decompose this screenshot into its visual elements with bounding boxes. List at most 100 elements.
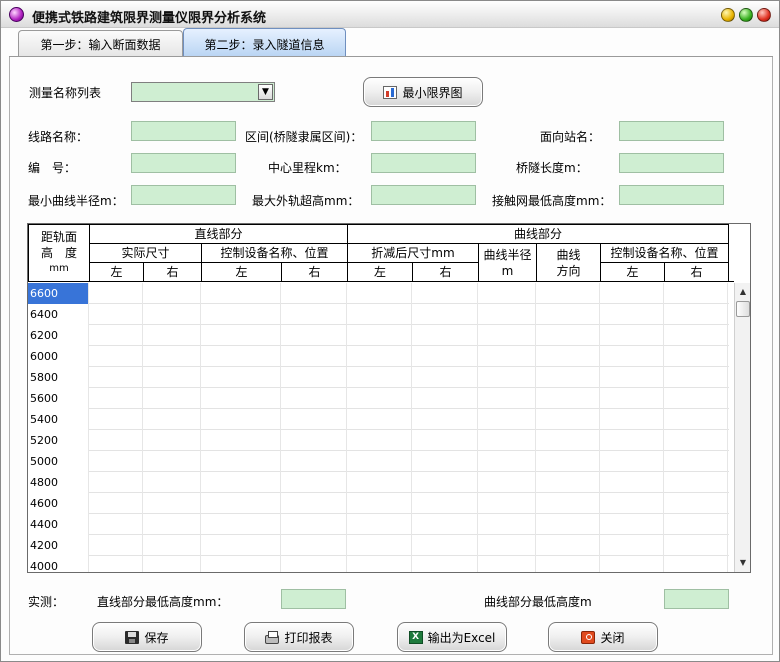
- table-cell[interactable]: [201, 556, 281, 572]
- table-cell[interactable]: [89, 346, 143, 367]
- table-cell[interactable]: [143, 367, 201, 388]
- table-cell[interactable]: [478, 325, 536, 346]
- table-row[interactable]: 5600: [28, 388, 729, 409]
- height-cell[interactable]: 6600: [28, 283, 89, 304]
- table-cell[interactable]: [347, 304, 412, 325]
- height-cell[interactable]: 5600: [28, 388, 89, 409]
- table-cell[interactable]: [347, 283, 412, 304]
- table-cell[interactable]: [600, 367, 664, 388]
- table-cell[interactable]: [347, 451, 412, 472]
- table-cell[interactable]: [201, 346, 281, 367]
- straight-min-height-field[interactable]: [281, 589, 346, 609]
- table-cell[interactable]: [412, 283, 478, 304]
- table-cell[interactable]: [201, 472, 281, 493]
- table-row[interactable]: 4600: [28, 493, 729, 514]
- minimize-icon[interactable]: [721, 8, 735, 22]
- table-cell[interactable]: [89, 409, 143, 430]
- table-cell[interactable]: [412, 409, 478, 430]
- table-cell[interactable]: [143, 325, 201, 346]
- table-row[interactable]: 6200: [28, 325, 729, 346]
- table-cell[interactable]: [143, 430, 201, 451]
- table-cell[interactable]: [89, 388, 143, 409]
- table-cell[interactable]: [536, 493, 600, 514]
- table-cell[interactable]: [281, 493, 347, 514]
- table-cell[interactable]: [478, 367, 536, 388]
- min-clearance-button[interactable]: 最小限界图: [363, 77, 483, 107]
- table-row[interactable]: 6600: [28, 283, 729, 304]
- table-cell[interactable]: [201, 283, 281, 304]
- height-cell[interactable]: 4400: [28, 514, 89, 535]
- scroll-thumb[interactable]: [736, 301, 750, 317]
- center-mileage-field[interactable]: [371, 153, 476, 173]
- table-cell[interactable]: [600, 472, 664, 493]
- table-row[interactable]: 5800: [28, 367, 729, 388]
- height-cell[interactable]: 4800: [28, 472, 89, 493]
- height-cell[interactable]: 4600: [28, 493, 89, 514]
- chevron-down-icon[interactable]: ▼: [258, 84, 273, 100]
- height-cell[interactable]: 5800: [28, 367, 89, 388]
- survey-list-combo[interactable]: ▼: [131, 82, 275, 102]
- table-cell[interactable]: [281, 346, 347, 367]
- table-cell[interactable]: [664, 283, 728, 304]
- max-superelevation-field[interactable]: [371, 185, 476, 205]
- title-bar[interactable]: 便携式铁路建筑限界测量仪限界分析系统: [1, 1, 779, 28]
- table-cell[interactable]: [89, 367, 143, 388]
- tab-tunnel-info[interactable]: 第二步：录入隧道信息: [183, 28, 346, 57]
- table-cell[interactable]: [600, 325, 664, 346]
- table-cell[interactable]: [281, 325, 347, 346]
- table-cell[interactable]: [536, 514, 600, 535]
- table-cell[interactable]: [143, 451, 201, 472]
- table-cell[interactable]: [89, 283, 143, 304]
- table-cell[interactable]: [478, 493, 536, 514]
- table-cell[interactable]: [412, 493, 478, 514]
- height-cell[interactable]: 6400: [28, 304, 89, 325]
- table-cell[interactable]: [412, 346, 478, 367]
- table-cell[interactable]: [143, 493, 201, 514]
- min-catenary-field[interactable]: [619, 185, 724, 205]
- table-cell[interactable]: [281, 514, 347, 535]
- table-cell[interactable]: [664, 535, 728, 556]
- table-cell[interactable]: [664, 304, 728, 325]
- table-row[interactable]: 4200: [28, 535, 729, 556]
- export-excel-button[interactable]: X 输出为Excel: [397, 622, 507, 652]
- table-cell[interactable]: [89, 514, 143, 535]
- table-cell[interactable]: [664, 325, 728, 346]
- height-cell[interactable]: 4000: [28, 556, 89, 572]
- curve-min-height-field[interactable]: [664, 589, 729, 609]
- table-cell[interactable]: [347, 430, 412, 451]
- table-cell[interactable]: [664, 493, 728, 514]
- facing-station-field[interactable]: [619, 121, 724, 141]
- table-cell[interactable]: [281, 283, 347, 304]
- table-row[interactable]: 6000: [28, 346, 729, 367]
- table-cell[interactable]: [664, 388, 728, 409]
- table-cell[interactable]: [347, 514, 412, 535]
- table-cell[interactable]: [478, 556, 536, 572]
- section-field[interactable]: [371, 121, 476, 141]
- table-cell[interactable]: [536, 472, 600, 493]
- table-cell[interactable]: [412, 388, 478, 409]
- table-cell[interactable]: [600, 556, 664, 572]
- table-cell[interactable]: [536, 304, 600, 325]
- table-cell[interactable]: [201, 367, 281, 388]
- table-row[interactable]: 5000: [28, 451, 729, 472]
- table-cell[interactable]: [89, 304, 143, 325]
- table-cell[interactable]: [347, 472, 412, 493]
- table-cell[interactable]: [478, 388, 536, 409]
- table-row[interactable]: 5400: [28, 409, 729, 430]
- table-cell[interactable]: [143, 535, 201, 556]
- table-cell[interactable]: [412, 472, 478, 493]
- table-cell[interactable]: [478, 304, 536, 325]
- table-cell[interactable]: [201, 451, 281, 472]
- table-cell[interactable]: [347, 409, 412, 430]
- save-button[interactable]: 保存: [92, 622, 202, 652]
- scroll-down-icon[interactable]: ▼: [736, 556, 750, 570]
- table-cell[interactable]: [478, 346, 536, 367]
- height-cell[interactable]: 6000: [28, 346, 89, 367]
- table-cell[interactable]: [281, 409, 347, 430]
- table-cell[interactable]: [89, 472, 143, 493]
- number-field[interactable]: [131, 153, 236, 173]
- line-name-field[interactable]: [131, 121, 236, 141]
- table-cell[interactable]: [201, 388, 281, 409]
- table-cell[interactable]: [89, 325, 143, 346]
- table-cell[interactable]: [143, 388, 201, 409]
